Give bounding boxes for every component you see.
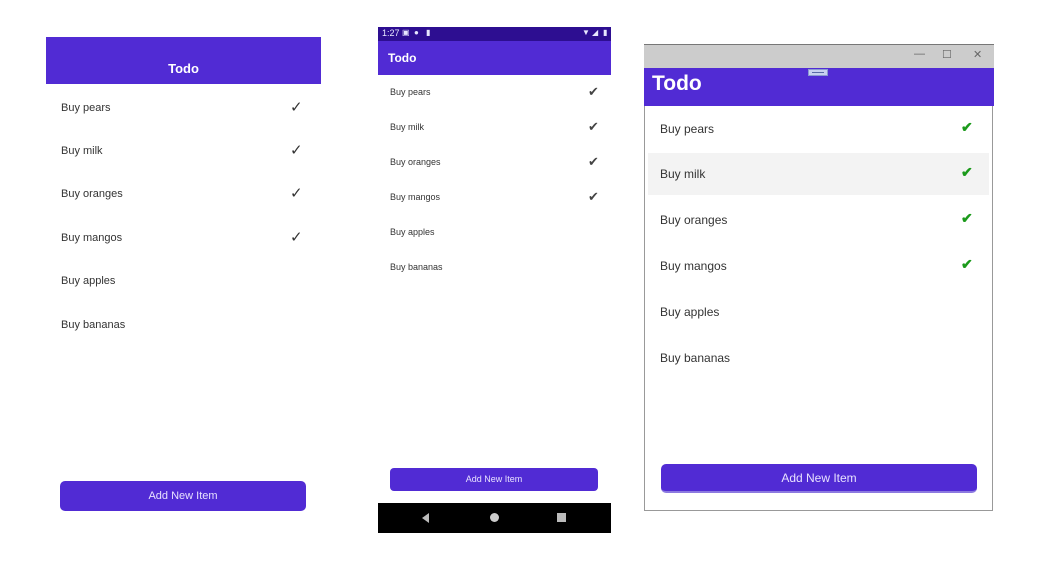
item-label: Buy oranges [390, 157, 441, 167]
checkmark-icon: ✔ [588, 154, 599, 169]
todo-app-web: Todo Buy pears ✓ Buy milk ✓ Buy oranges ✓ B… [46, 37, 321, 517]
item-label: Buy milk [61, 145, 103, 157]
wifi-icon: ▼ [582, 28, 590, 37]
sd-card-icon: ▮ [426, 28, 431, 37]
item-label: Buy apples [660, 305, 720, 319]
item-label: Buy pears [390, 87, 431, 97]
app-bar: Todo [378, 41, 611, 75]
window-titlebar[interactable]: — ☐ ✕ [644, 44, 994, 68]
item-label: Buy milk [390, 122, 425, 132]
signal-icon: ◢ [592, 28, 599, 37]
back-icon[interactable] [422, 513, 429, 523]
item-label: Buy bananas [61, 319, 126, 331]
list-item[interactable]: Buy bananas [648, 337, 989, 379]
list-item[interactable]: Buy pears ✔ [378, 84, 611, 102]
list-item[interactable]: Buy oranges ✔ [648, 199, 989, 241]
list-item[interactable]: Buy oranges ✔ [378, 154, 611, 172]
checkmark-icon: ✓ [290, 229, 303, 246]
checkmark-icon: ✔ [588, 84, 599, 99]
item-label: Buy bananas [390, 262, 443, 272]
list-item[interactable]: Buy apples [46, 273, 321, 293]
checkmark-icon: ✔ [961, 119, 973, 135]
checkmark-icon: ✔ [588, 189, 599, 204]
add-new-item-button[interactable]: Add New Item [661, 464, 977, 493]
maximize-button[interactable]: ☐ [942, 48, 952, 61]
item-label: Buy mangos [660, 259, 727, 273]
list-item[interactable]: Buy milk ✔ [648, 153, 989, 195]
recents-icon[interactable] [557, 513, 566, 522]
add-new-item-button[interactable]: Add New Item [390, 468, 598, 491]
list-item[interactable]: Buy mangos ✔ [648, 245, 989, 287]
item-label: Buy apples [61, 275, 116, 287]
item-label: Buy milk [660, 167, 706, 181]
app-icon: ● [414, 28, 419, 37]
drag-handle-icon[interactable] [808, 69, 828, 76]
item-label: Buy pears [61, 102, 111, 114]
add-new-item-button[interactable]: Add New Item [60, 481, 306, 511]
item-label: Buy mangos [390, 192, 441, 202]
item-label: Buy mangos [61, 232, 123, 244]
status-time: 1:27 [382, 28, 400, 38]
list-item[interactable]: Buy milk ✓ [46, 142, 321, 163]
home-icon[interactable] [490, 513, 499, 522]
page-title: Todo [388, 51, 417, 65]
checkmark-icon: ✓ [290, 185, 303, 202]
item-label: Buy oranges [660, 213, 728, 227]
list-item[interactable]: Buy apples [378, 224, 611, 242]
header-bar: Todo [644, 68, 994, 106]
list-item[interactable]: Buy milk ✔ [378, 119, 611, 137]
checkmark-icon: ✔ [961, 210, 973, 226]
list-item[interactable]: Buy bananas [46, 317, 321, 337]
navigation-bar [378, 503, 611, 533]
item-label: Buy bananas [660, 351, 731, 365]
todo-app-windows: — ☐ ✕ Todo Buy pears ✔ Buy milk ✔ Buy oran… [644, 44, 994, 511]
item-label: Buy oranges [61, 188, 123, 200]
battery-icon: ▮ [603, 28, 608, 37]
checkmark-icon: ✔ [588, 119, 599, 134]
list-item[interactable]: Buy bananas [378, 259, 611, 277]
checkmark-icon: ✔ [961, 256, 973, 272]
list-item[interactable]: Buy oranges ✓ [46, 185, 321, 206]
page-title: Todo [652, 72, 702, 95]
item-label: Buy apples [390, 227, 435, 237]
list-item[interactable]: Buy pears ✓ [46, 99, 321, 120]
checkmark-icon: ✔ [961, 164, 973, 180]
notification-icon: ▣ [402, 28, 410, 37]
list-item[interactable]: Buy pears ✔ [648, 108, 989, 150]
status-bar: 1:27 ▣ ● ▮ ▼ ◢ ▮ [378, 27, 611, 41]
list-item[interactable]: Buy mangos ✔ [378, 189, 611, 207]
page-title: Todo [168, 61, 199, 76]
minimize-button[interactable]: — [914, 48, 925, 60]
list-item[interactable]: Buy apples [648, 291, 989, 333]
checkmark-icon: ✓ [290, 142, 303, 159]
header-bar: Todo [46, 37, 321, 84]
checkmark-icon: ✓ [290, 99, 303, 116]
close-button[interactable]: ✕ [973, 48, 982, 61]
todo-app-android: 1:27 ▣ ● ▮ ▼ ◢ ▮ Todo Buy pears ✔ Buy mil… [378, 27, 611, 533]
list-item[interactable]: Buy mangos ✓ [46, 229, 321, 250]
item-label: Buy pears [660, 122, 715, 136]
